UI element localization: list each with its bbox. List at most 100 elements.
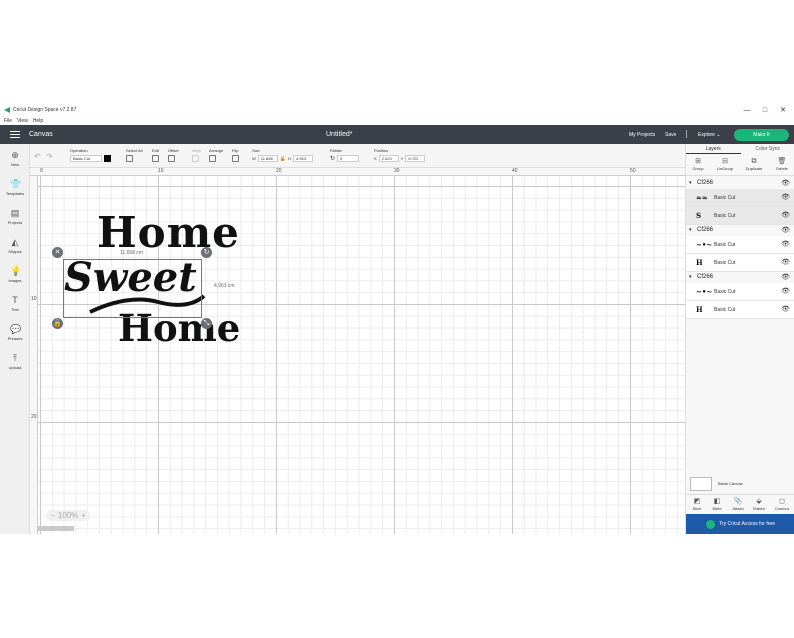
zoom-control[interactable]: − 100% +	[46, 510, 90, 521]
contour-button[interactable]: ◻ Contour	[771, 498, 793, 511]
menu-help[interactable]: Help	[33, 118, 43, 124]
sidebar-item-projects[interactable]: ▤ Projects	[0, 208, 30, 225]
eye-icon[interactable]: 👁	[781, 207, 790, 225]
layer-actions: ⊞ Group ⊟ UnGroup ⧉ Duplicate 🗑 Delete	[686, 156, 794, 176]
ruler-top: 0 10 20 30 40 50	[30, 168, 685, 176]
y-position-input[interactable]: 6.722	[405, 155, 426, 162]
undo-icon[interactable]: ↶	[34, 152, 41, 161]
design-canvas[interactable]: Home Sweet Home 11,658 cm 4,963 cm ✕ ↻ 🔒…	[38, 176, 685, 534]
slice-button[interactable]: ◩ Slice	[686, 498, 708, 511]
eye-icon[interactable]: 👁	[781, 301, 790, 319]
color-swatch[interactable]	[104, 155, 111, 162]
eye-icon[interactable]: 👁	[781, 254, 790, 272]
maximize-button[interactable]: □	[756, 104, 774, 116]
layer-row[interactable]: ~•~ Basic Cut 👁	[686, 236, 794, 254]
tab-layers[interactable]: Layers	[686, 144, 741, 154]
horizontal-scrollbar[interactable]	[38, 526, 74, 531]
height-input[interactable]: 4.963	[292, 155, 313, 162]
blank-canvas-layer[interactable]: Blank Canvas	[690, 476, 791, 491]
group-icon: ⊞	[695, 158, 701, 165]
attach-button[interactable]: 📎 Attach	[727, 498, 749, 511]
resize-handle-icon[interactable]: ⤡	[201, 318, 212, 329]
eye-icon[interactable]: 👁	[781, 283, 790, 301]
chevron-down-icon[interactable]: ▾	[689, 225, 692, 236]
ungroup-button[interactable]: ⊟ UnGroup	[714, 158, 736, 171]
layer-group-name: Cf266	[697, 274, 714, 280]
close-button[interactable]: ✕	[774, 104, 792, 116]
layer-row[interactable]: H Basic Cut 👁	[686, 254, 794, 272]
width-dimension-label: 11,658 cm	[120, 250, 143, 256]
layer-row[interactable]: H Basic Cut 👁	[686, 301, 794, 319]
panel-tabs: Layers Color Sync	[686, 144, 794, 154]
align-icon[interactable]	[192, 155, 199, 162]
edit-scissors-icon[interactable]	[152, 155, 159, 162]
chevron-down-icon[interactable]: ▾	[689, 272, 692, 283]
zoom-level: 100%	[57, 511, 79, 520]
operation-label: Operation	[70, 148, 88, 153]
arrange-icon[interactable]	[209, 155, 216, 162]
layer-row[interactable]: ≈≈ Basic Cut 👁	[686, 189, 794, 207]
rotate-handle-icon[interactable]: ↻	[201, 247, 212, 258]
tab-color-sync[interactable]: Color Sync	[741, 144, 794, 154]
sidebar-item-phrases[interactable]: 💬 Phrases	[0, 324, 30, 341]
lock-ratio-icon[interactable]: 🔒	[280, 156, 286, 162]
duplicate-button[interactable]: ⧉ Duplicate	[743, 158, 765, 171]
redo-icon[interactable]: ↷	[46, 152, 53, 161]
sidebar-item-templates[interactable]: 👕 Templates	[0, 179, 30, 196]
eye-icon[interactable]: 👁	[781, 225, 790, 236]
chevron-down-icon[interactable]: ▾	[689, 178, 692, 189]
plus-icon: ⊕	[11, 150, 19, 160]
weld-button[interactable]: ◧ Weld	[706, 498, 728, 511]
offset-icon[interactable]	[168, 155, 175, 162]
layer-row[interactable]: S Basic Cut 👁	[686, 207, 794, 225]
my-projects-link[interactable]: My Projects	[629, 132, 655, 138]
zoom-out-icon[interactable]: −	[50, 511, 55, 520]
offset-label: Offset	[168, 148, 179, 153]
delete-button[interactable]: 🗑 Delete	[771, 158, 793, 171]
menu-file[interactable]: File	[4, 118, 12, 124]
slice-label: Slice	[692, 506, 702, 511]
sidebar-item-new[interactable]: ⊕ New	[0, 150, 30, 167]
layer-thumbnail: ~•~	[696, 240, 713, 249]
eye-icon[interactable]: 👁	[781, 189, 790, 207]
menu-view[interactable]: View	[17, 118, 28, 124]
layer-label: Basic Cut	[714, 289, 736, 295]
minimize-button[interactable]: —	[738, 104, 756, 116]
cricut-access-banner[interactable]: Try Cricut Access for free	[686, 514, 794, 534]
sidebar-item-upload[interactable]: ⤒ Upload	[0, 353, 30, 370]
eye-icon[interactable]: 👁	[781, 178, 790, 189]
layer-thumbnail: ~•~	[696, 287, 713, 296]
height-dimension-label: 4,963 cm	[214, 283, 235, 289]
layer-group[interactable]: ▾ Cf266 👁	[686, 225, 794, 236]
explore-dropdown[interactable]: Explore ⌄	[698, 132, 721, 138]
hamburger-menu-icon[interactable]	[10, 131, 20, 138]
group-button[interactable]: ⊞ Group	[687, 158, 709, 171]
align-group: Align	[192, 148, 201, 163]
eye-icon[interactable]: 👁	[781, 236, 790, 254]
flatten-button[interactable]: ⬙ Flatten	[748, 498, 770, 511]
sidebar-item-shapes[interactable]: ◭ Shapes	[0, 237, 30, 254]
ruler-mark: 20	[276, 168, 282, 174]
save-link[interactable]: Save	[665, 132, 676, 138]
rotate-input[interactable]: 0	[337, 155, 360, 162]
flip-icon[interactable]	[232, 155, 239, 162]
sidebar-item-images[interactable]: 💡 Images	[0, 266, 30, 283]
x-position-input[interactable]: 2.023	[378, 155, 399, 162]
operation-select[interactable]: Basic Cut	[70, 155, 102, 162]
shirt-icon: 👕	[10, 179, 22, 189]
lock-handle-icon[interactable]: 🔒	[52, 318, 63, 329]
layer-group[interactable]: ▾ Cf266 👁	[686, 272, 794, 283]
make-it-button[interactable]: Make It	[734, 129, 789, 141]
eye-icon[interactable]: 👁	[781, 272, 790, 283]
combine-actions: ◩ Slice ◧ Weld 📎 Attach ⬙ Flatten ◻ Cont…	[686, 494, 794, 514]
select-all-icon[interactable]	[126, 155, 133, 162]
layer-group[interactable]: ▾ Cf266 👁	[686, 178, 794, 189]
delete-handle-icon[interactable]: ✕	[52, 247, 63, 258]
select-all-label: Select All	[126, 148, 143, 153]
sidebar-item-text[interactable]: T Text	[0, 295, 30, 312]
zoom-in-icon[interactable]: +	[81, 511, 86, 520]
layer-thumbnail: H	[696, 305, 703, 314]
width-input[interactable]: 11.658	[257, 155, 278, 162]
app-window: Cricut Design Space v7.2.87 — □ ✕ File V…	[0, 104, 794, 534]
layer-row[interactable]: ~•~ Basic Cut 👁	[686, 283, 794, 301]
